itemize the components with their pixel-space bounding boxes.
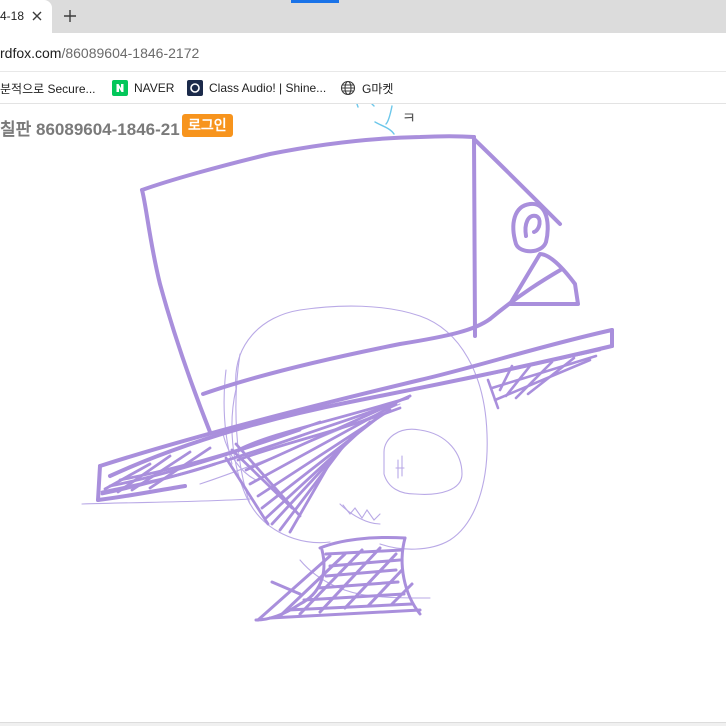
bookmark-naver[interactable]: NAVER <box>112 79 174 97</box>
plus-icon[interactable] <box>58 5 82 27</box>
page-title: 칠판 86089604-1846-21 <box>0 120 180 139</box>
bookmark-gmarket[interactable]: G마켓 <box>340 79 393 97</box>
close-icon[interactable] <box>28 7 46 25</box>
url-path: /86089604-1846-2172 <box>61 45 200 61</box>
globe-icon <box>340 80 356 96</box>
page-content: 칠판 86089604-1846-21 로그인 ㅋ <box>0 104 726 722</box>
bookmark-label: G마켓 <box>362 81 394 96</box>
top-hat <box>96 134 614 502</box>
bookmark-label: Class Audio! | Shine... <box>209 81 327 95</box>
login-button[interactable]: 로그인 <box>182 114 233 137</box>
tab-accent <box>291 0 339 3</box>
tab-title: 4-18 <box>0 9 25 23</box>
tab-strip: 4-18 <box>0 0 726 33</box>
blue-scribble <box>356 104 395 135</box>
browser-tab[interactable]: 4-18 <box>0 0 52 33</box>
address-bar[interactable]: rdfox.com/86089604-1846-2172 <box>0 33 726 72</box>
bookmarks-bar: 분적으로 Secure... NAVER Class Audio! | Shin… <box>0 72 726 104</box>
bookmark-label: NAVER <box>134 81 175 95</box>
bow-tie <box>254 536 422 622</box>
drawing-canvas[interactable] <box>0 104 726 722</box>
bookmark-label: 분적으로 Secure... <box>0 81 96 96</box>
browser-window: 4-18 rdfox.com/86089604-1846-2172 분적으로 S… <box>0 0 726 726</box>
bookmark-secure[interactable]: 분적으로 Secure... <box>0 79 96 97</box>
hat-shadow-left <box>100 394 412 534</box>
url-text[interactable]: rdfox.com/86089604-1846-2172 <box>0 45 199 61</box>
bookmark-class-audio[interactable]: Class Audio! | Shine... <box>187 79 326 97</box>
doodle-text: ㅋ <box>402 109 416 127</box>
naver-icon <box>112 80 128 96</box>
url-domain: rdfox.com <box>0 45 62 61</box>
bottom-edge <box>0 722 726 726</box>
class-audio-icon <box>187 80 203 96</box>
